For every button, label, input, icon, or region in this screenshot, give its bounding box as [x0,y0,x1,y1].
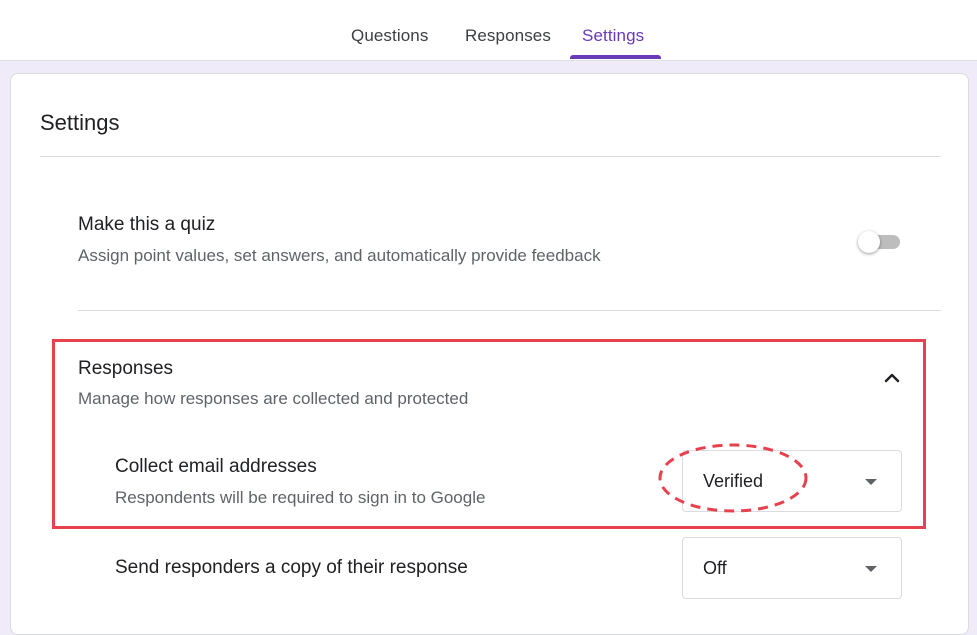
title-divider [40,156,941,157]
tab-questions[interactable]: Questions [351,26,428,46]
toggle-thumb [858,231,880,253]
page-title: Settings [40,110,120,135]
active-tab-indicator [570,55,661,59]
quiz-toggle[interactable] [858,230,902,254]
top-tab-bar: Questions Responses Settings [0,0,977,61]
send-copy-dropdown[interactable]: Off [682,537,902,599]
quiz-setting-description: Assign point values, set answers, and au… [78,246,601,265]
send-copy-value: Off [703,558,727,578]
send-copy-title: Send responders a copy of their response [115,557,468,578]
quiz-setting-title: Make this a quiz [78,214,216,235]
highlight-annotation-box [52,339,926,529]
dropdown-arrow-icon [865,566,877,572]
tab-settings[interactable]: Settings [582,26,644,46]
tab-responses[interactable]: Responses [465,26,551,46]
quiz-divider [78,310,941,311]
